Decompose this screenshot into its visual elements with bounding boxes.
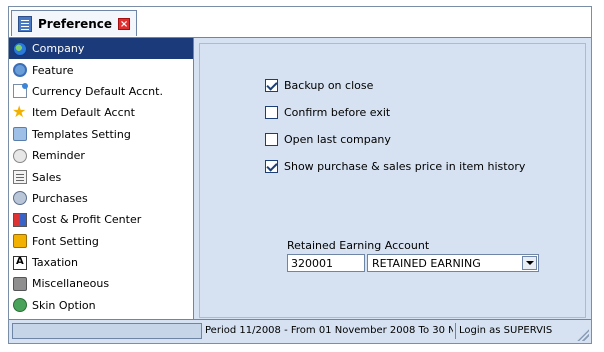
resize-grip-icon[interactable] (577, 329, 589, 341)
nav-item-label: Sales (32, 170, 62, 184)
status-progress-panel (12, 323, 202, 339)
nav-item-label: Purchases (32, 191, 88, 205)
taxation-icon (13, 255, 27, 270)
close-icon[interactable]: × (118, 17, 131, 30)
nav-item-label: Taxation (32, 256, 78, 270)
templates-icon (13, 127, 27, 142)
skin-icon (13, 298, 27, 313)
sales-icon (13, 170, 27, 185)
miscellaneous-icon (13, 276, 27, 291)
option-label: Confirm before exit (284, 106, 391, 119)
retained-account-select[interactable]: RETAINED EARNING (367, 254, 539, 272)
tab-strip: Preference × (9, 7, 591, 38)
company-globe-icon (13, 41, 27, 56)
settings-group: Backup on close Confirm before exit Open… (199, 43, 586, 318)
preference-nav: Company Feature Currency Default Accnt. … (9, 38, 194, 320)
status-bar: Period 11/2008 - From 01 November 2008 T… (9, 319, 591, 343)
option-open-last-company[interactable]: Open last company (265, 133, 391, 146)
tab-preference[interactable]: Preference × (11, 10, 137, 36)
nav-item-label: Reminder (32, 149, 85, 163)
retained-account-number-field[interactable]: 320001 (287, 254, 365, 272)
open-last-company-checkbox[interactable] (265, 133, 278, 146)
nav-item-label: Cost & Profit Center (32, 213, 142, 227)
chevron-down-icon[interactable] (522, 256, 537, 270)
option-label: Backup on close (284, 79, 374, 92)
show-price-history-checkbox[interactable] (265, 160, 278, 173)
reminder-icon (13, 148, 27, 163)
nav-item-label: Font Setting (32, 234, 99, 248)
nav-item-label: Item Default Accnt (32, 106, 135, 120)
preference-window: Preference × Company Feature Currency De… (8, 6, 592, 344)
option-show-price-history[interactable]: Show purchase & sales price in item hist… (265, 160, 525, 173)
nav-item-font-setting[interactable]: Font Setting (9, 231, 193, 252)
nav-item-purchases[interactable]: Purchases (9, 188, 193, 209)
nav-item-feature[interactable]: Feature (9, 59, 193, 80)
preference-list-icon (18, 15, 32, 32)
nav-item-label: Feature (32, 63, 74, 77)
retained-account-name: RETAINED EARNING (372, 257, 481, 270)
nav-item-label: Miscellaneous (32, 277, 110, 291)
nav-item-company[interactable]: Company (9, 38, 193, 60)
nav-item-templates-setting[interactable]: Templates Setting (9, 124, 193, 145)
option-backup-on-close[interactable]: Backup on close (265, 79, 373, 92)
option-label: Open last company (284, 133, 391, 146)
feature-gear-icon (13, 63, 27, 78)
nav-item-label: Skin Option (32, 298, 96, 312)
status-login: Login as SUPERVIS (455, 323, 577, 339)
nav-item-label: Company (32, 42, 85, 56)
nav-item-sales[interactable]: Sales (9, 166, 193, 187)
status-period: Period 11/2008 - From 01 November 2008 T… (205, 325, 453, 336)
nav-item-label: Currency Default Accnt. (32, 84, 163, 98)
nav-item-taxation[interactable]: Taxation (9, 252, 193, 273)
confirm-before-exit-checkbox[interactable] (265, 106, 278, 119)
font-icon (13, 234, 27, 249)
nav-item-currency-default-accnt[interactable]: Currency Default Accnt. (9, 81, 193, 102)
backup-on-close-checkbox[interactable] (265, 79, 278, 92)
nav-item-cost-profit-center[interactable]: Cost & Profit Center (9, 209, 193, 230)
nav-item-item-default-accnt[interactable]: Item Default Accnt (9, 102, 193, 123)
retained-earning-label: Retained Earning Account (287, 239, 430, 252)
cost-center-icon (13, 212, 27, 227)
purchases-icon (13, 191, 27, 206)
option-confirm-before-exit[interactable]: Confirm before exit (265, 106, 390, 119)
nav-item-skin-option[interactable]: Skin Option (9, 295, 193, 316)
nav-item-label: Templates Setting (32, 127, 131, 141)
company-settings-panel: Backup on close Confirm before exit Open… (194, 38, 591, 320)
nav-item-reminder[interactable]: Reminder (9, 145, 193, 166)
star-icon (12, 102, 27, 121)
nav-item-miscellaneous[interactable]: Miscellaneous (9, 273, 193, 294)
option-label: Show purchase & sales price in item hist… (284, 160, 526, 173)
tab-title: Preference (38, 16, 113, 31)
currency-icon (13, 83, 28, 99)
